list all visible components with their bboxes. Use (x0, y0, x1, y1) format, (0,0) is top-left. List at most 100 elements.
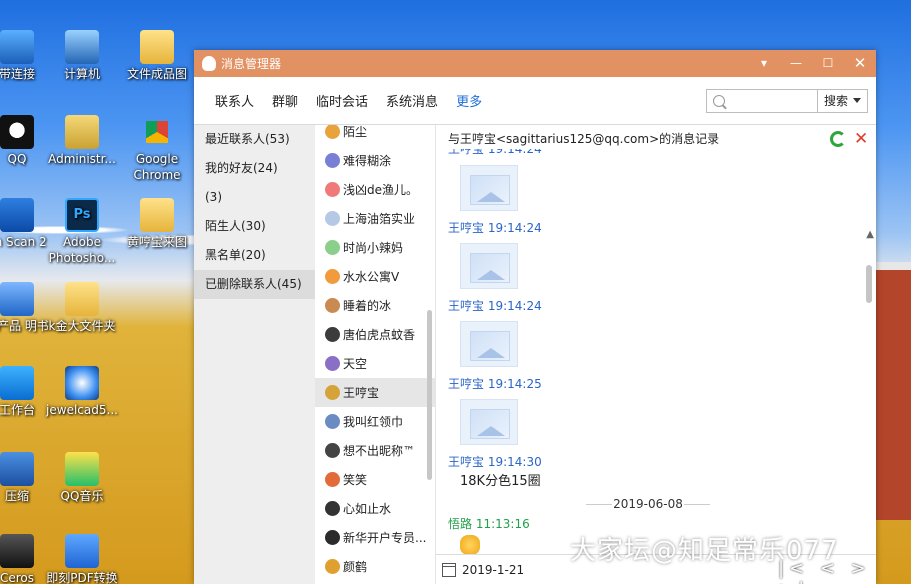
jewelcad-icon (65, 366, 99, 400)
message-sender: 王哼宝 19:14:24 (448, 299, 542, 313)
calendar-icon[interactable] (442, 562, 456, 577)
desktop-icon-computer[interactable]: 计算机 (45, 30, 119, 82)
contact-item[interactable]: 王哼宝 (315, 378, 435, 407)
avatar-icon (325, 385, 340, 400)
avatar-icon (325, 298, 340, 313)
contact-item[interactable]: 上海油箔实业 (315, 204, 435, 233)
desktop-icon-folder-finished[interactable]: 文件成品图 (120, 30, 194, 82)
message-sender: 王哼宝 19:14:24 (448, 221, 542, 235)
tab-temp-session[interactable]: 临时会话 (307, 91, 377, 110)
message-sender: 王哼宝 19:14:24 (448, 149, 542, 156)
desktop-icon-folder-wang[interactable]: 黄哼宝来图 (120, 198, 194, 250)
contact-name: 睡着的冰 (343, 299, 392, 313)
toolbar: 联系人 群聊 临时会话 系统消息 更多 搜索 (194, 77, 876, 125)
contact-item[interactable]: 陌尘 (315, 125, 435, 146)
folder-icon (140, 30, 174, 64)
delete-icon[interactable]: ✕ (854, 131, 870, 148)
tab-more[interactable]: 更多 (447, 91, 491, 110)
avatar-icon (325, 211, 340, 226)
contact-name: 陌尘 (343, 125, 368, 139)
maximize-icon[interactable]: ☐ (812, 50, 844, 77)
pdf-icon (65, 534, 99, 568)
desktop-icon-photoshop[interactable]: Ps Adobe Photosho... (45, 198, 119, 266)
contact-item[interactable]: 笑笑 (315, 465, 435, 494)
image-placeholder[interactable] (460, 243, 518, 289)
contact-scrollbar[interactable] (427, 310, 432, 480)
contact-item[interactable]: 天空 (315, 349, 435, 378)
tab-system-messages[interactable]: 系统消息 (377, 91, 447, 110)
chevron-down-icon (853, 98, 861, 103)
search-button[interactable]: 搜索 (817, 89, 867, 112)
avatar-icon (325, 269, 340, 284)
scroll-up-icon[interactable]: ▲ (866, 229, 874, 240)
dropdown-menu-icon[interactable]: ▾ (748, 50, 780, 77)
bottom-date: 2019-1-21 (462, 562, 525, 577)
refresh-icon[interactable] (830, 131, 846, 147)
avatar-icon (325, 530, 340, 545)
contact-item[interactable]: 时尚小辣妈 (315, 233, 435, 262)
network-icon (0, 30, 34, 64)
contact-item[interactable]: 心如止水 (315, 494, 435, 523)
window-title: 消息管理器 (221, 57, 282, 71)
window-body: 最近联系人(53) 我的好友(24) (3) 陌生人(30) 黑名单(20) 已… (194, 125, 876, 584)
contact-item[interactable]: 颜鹤 (315, 552, 435, 581)
avatar-icon (325, 240, 340, 255)
date-separator: 2019-06-08 (436, 493, 860, 515)
qq-logo-icon (202, 56, 216, 71)
avatar-icon (325, 356, 340, 371)
avatar-icon (325, 501, 340, 516)
contact-name: 颜鹤 (343, 560, 368, 574)
contact-item[interactable]: 浅凶de渔儿。 (315, 175, 435, 204)
doc-icon (0, 282, 34, 316)
category-strangers[interactable]: 陌生人(30) (194, 212, 315, 241)
chrome-icon (140, 115, 174, 149)
qq-icon (0, 115, 34, 149)
scan-icon (0, 198, 34, 232)
search-input[interactable] (731, 89, 817, 112)
computer-icon (65, 30, 99, 64)
desktop-icon-administrator[interactable]: Administr... (45, 115, 119, 167)
tab-group-chat[interactable]: 群聊 (263, 91, 307, 110)
contact-list: 陌尘难得糊涂浅凶de渔儿。 上海油箔实业 时尚小辣妈水水公寓V 睡着的冰唐伯虎点蚊香天… (315, 125, 436, 584)
category-blacklist[interactable]: 黑名单(20) (194, 241, 315, 270)
message-sender: 王哼宝 19:14:25 (448, 377, 542, 391)
image-placeholder[interactable] (460, 321, 518, 367)
desktop-icon-chrome[interactable]: Google Chrome (120, 115, 194, 183)
desktop-icon-pdf[interactable]: 即刻PDF转换 (45, 534, 119, 584)
contact-item[interactable]: 水水公寓V (315, 262, 435, 291)
contact-item[interactable]: 想不出昵称™ (315, 436, 435, 465)
category-recent[interactable]: 最近联系人(53) (194, 125, 315, 154)
desktop-icon-folder-kgold[interactable]: k金大文件夹 (45, 282, 119, 334)
contact-item[interactable]: 新华开户专员... (315, 523, 435, 552)
desktop-icon-qq-music[interactable]: QQ音乐 (45, 452, 119, 504)
contact-item[interactable]: 我叫红领巾 (315, 407, 435, 436)
minimize-icon[interactable]: — (780, 50, 812, 77)
message-text: 18K分色15圈 (460, 474, 541, 489)
message-scrollbar[interactable] (866, 265, 872, 303)
titlebar[interactable]: 消息管理器 ▾ — ☐ ✕ (194, 50, 876, 77)
image-placeholder[interactable] (460, 165, 518, 211)
message-pane: 与王哼宝<sagittarius125@qq.com>的消息记录 ✕ 王哼宝 1… (436, 125, 876, 584)
category-unnamed[interactable]: (3) (194, 183, 315, 212)
message-manager-window: 消息管理器 ▾ — ☐ ✕ 联系人 群聊 临时会话 系统消息 更多 搜索 最近联… (194, 50, 876, 584)
close-icon[interactable]: ✕ (844, 50, 876, 77)
message-sender: 王哼宝 19:14:30 (448, 455, 542, 469)
ok-hand-emoji-icon (460, 535, 480, 555)
user-folder-icon (65, 115, 99, 149)
avatar-icon (325, 472, 340, 487)
contact-name: 上海油箔实业 (343, 212, 416, 226)
tab-contacts[interactable]: 联系人 (206, 91, 263, 110)
contact-name: 浅凶de渔儿。 (343, 183, 419, 197)
contact-item[interactable]: 睡着的冰 (315, 291, 435, 320)
image-placeholder[interactable] (460, 399, 518, 445)
contact-name: 我叫红领巾 (343, 415, 404, 429)
contact-name: 想不出昵称™ (343, 444, 416, 458)
category-friends[interactable]: 我的好友(24) (194, 154, 315, 183)
category-deleted[interactable]: 已删除联系人(45) (194, 270, 315, 299)
page-navigation[interactable]: |< < > >| (778, 558, 911, 584)
contact-item[interactable]: 唐伯虎点蚊香 (315, 320, 435, 349)
desktop-icon-jewelcad[interactable]: jewelcad5... (45, 366, 119, 418)
contact-name: 时尚小辣妈 (343, 241, 404, 255)
contact-item[interactable]: 难得糊涂 (315, 146, 435, 175)
avatar-icon (325, 443, 340, 458)
